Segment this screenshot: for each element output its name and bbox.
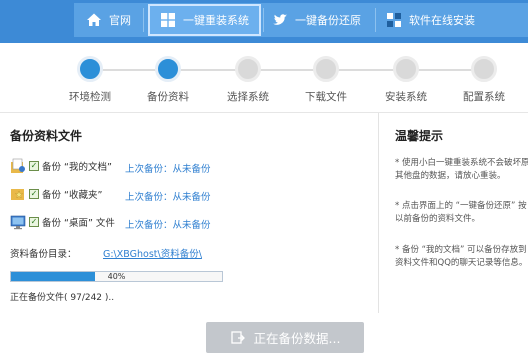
tip-item: * 点击界面上的 “一键备份还原” 按 以前备份的资料文件。 bbox=[395, 200, 528, 226]
progress-percent-text: 40% bbox=[107, 272, 126, 281]
top-nav-bar: 官网 一键重装系统 一键备份还原 软件在线安装 bbox=[0, 0, 528, 43]
backup-progress-bar: 40% bbox=[10, 271, 223, 282]
app-grid-icon bbox=[386, 12, 402, 28]
tip-line: 资料文件和QQ的聊天记录等信息。 bbox=[395, 258, 528, 268]
nav-item-label: 官网 bbox=[109, 14, 131, 27]
step-label: 备份资料 bbox=[147, 91, 189, 103]
nav-item-label: 一键备份还原 bbox=[295, 14, 361, 27]
backup-section-title: 备份资料文件 bbox=[10, 129, 83, 143]
backup-dir-label: 资料备份目录： bbox=[10, 249, 77, 260]
nav-item-software-install[interactable]: 软件在线安装 bbox=[386, 4, 475, 36]
progress-steps: 环境检测 备份资料 选择系统 下载文件 安装系统 配置系统 bbox=[0, 43, 528, 111]
nav-separator bbox=[143, 8, 144, 32]
horizontal-divider bbox=[0, 112, 528, 113]
bird-icon bbox=[272, 12, 288, 28]
nav-item-backup-restore[interactable]: 一键备份还原 bbox=[272, 4, 361, 36]
last-backup-desktop: 上次备份：从未备份 bbox=[125, 220, 211, 231]
last-backup-favorites: 上次备份：从未备份 bbox=[125, 192, 211, 203]
step-label: 配置系统 bbox=[463, 91, 505, 103]
tips-title: 温馨提示 bbox=[395, 129, 444, 143]
last-backup-documents: 上次备份：从未备份 bbox=[125, 164, 211, 175]
step-indicator bbox=[393, 56, 419, 82]
step-indicator bbox=[471, 56, 497, 82]
my-documents-icon bbox=[10, 158, 26, 174]
tip-line: * 备份 “我的文档” 可以备份存放到 bbox=[395, 245, 527, 255]
favorites-icon bbox=[10, 186, 26, 202]
step-indicator bbox=[235, 56, 261, 82]
backup-row-desktop: ✓ 备份 “桌面” 文件 bbox=[10, 213, 115, 231]
nav-separator bbox=[263, 8, 264, 32]
nav-item-label: 软件在线安装 bbox=[409, 14, 475, 27]
step-indicator bbox=[313, 56, 339, 82]
tip-line: * 使用小白一键重装系统不会破坏原 bbox=[395, 158, 528, 168]
backup-item-label: 备份 “收藏夹” bbox=[42, 190, 103, 201]
home-icon bbox=[86, 12, 102, 28]
desktop-checkbox[interactable]: ✓ bbox=[29, 217, 39, 227]
step-label: 安装系统 bbox=[385, 91, 427, 103]
backup-dir-link[interactable]: G:\XBGhost\资料备份\ bbox=[103, 246, 202, 260]
step-indicator bbox=[155, 56, 181, 82]
step-label: 环境检测 bbox=[69, 91, 111, 103]
step-label: 下载文件 bbox=[305, 91, 347, 103]
nav-separator bbox=[375, 8, 376, 32]
nav-item-reinstall[interactable]: 一键重装系统 bbox=[148, 4, 261, 36]
nav-item-label: 一键重装系统 bbox=[183, 14, 249, 27]
step-label: 选择系统 bbox=[227, 91, 269, 103]
documents-checkbox[interactable]: ✓ bbox=[29, 161, 39, 171]
tip-line: * 点击界面上的 “一键备份还原” 按 bbox=[395, 201, 527, 211]
vertical-divider bbox=[378, 113, 379, 313]
backup-item-label: 备份 “桌面” 文件 bbox=[42, 218, 115, 229]
tip-line: 其他盘的数据，请放心重装。 bbox=[395, 171, 506, 181]
backup-status-text: 正在备份文件( 97/242 ).. bbox=[10, 293, 115, 303]
desktop-icon bbox=[10, 214, 26, 230]
favorites-checkbox[interactable]: ✓ bbox=[29, 189, 39, 199]
backup-icon bbox=[230, 330, 246, 346]
tip-item: * 备份 “我的文档” 可以备份存放到 资料文件和QQ的聊天记录等信息。 bbox=[395, 244, 528, 270]
backup-item-label: 备份 “我的文档” bbox=[42, 162, 112, 173]
step-indicator bbox=[77, 56, 103, 82]
backup-in-progress-button[interactable]: 正在备份数据... bbox=[206, 322, 364, 353]
nav-item-home[interactable]: 官网 bbox=[86, 4, 131, 36]
button-label: 正在备份数据... bbox=[253, 331, 341, 346]
backup-row-documents: ✓ 备份 “我的文档” bbox=[10, 157, 112, 175]
backup-row-favorites: ✓ 备份 “收藏夹” bbox=[10, 185, 102, 203]
tip-line: 以前备份的资料文件。 bbox=[395, 214, 481, 224]
tip-item: * 使用小白一键重装系统不会破坏原 其他盘的数据，请放心重装。 bbox=[395, 157, 528, 183]
windows-icon bbox=[160, 12, 176, 28]
